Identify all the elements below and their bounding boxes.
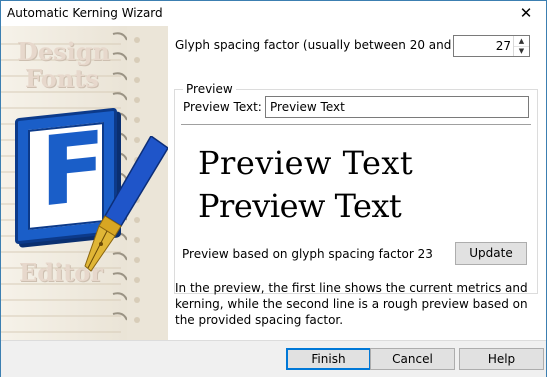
kerning-wizard-window: Automatic Kerning Wizard ✕ Design Fonts … xyxy=(0,0,547,377)
window-title: Automatic Kerning Wizard xyxy=(7,6,163,20)
logo-word-fonts: Fonts xyxy=(25,64,99,93)
preview-separator xyxy=(181,124,531,125)
close-icon[interactable]: ✕ xyxy=(506,1,546,26)
cancel-button[interactable]: Cancel xyxy=(370,348,455,370)
spacing-factor-value[interactable]: 27 xyxy=(496,39,511,53)
spacing-factor-spinner[interactable]: 27 ▲ ▼ xyxy=(453,35,530,57)
dialog-footer: Finish Cancel Help xyxy=(1,340,546,377)
cancel-label: Cancel xyxy=(392,352,433,366)
logo-word-design: Design xyxy=(17,37,110,66)
preview-group-label: Preview xyxy=(183,82,236,96)
finish-label: Finish xyxy=(311,352,346,366)
spinner-arrows: ▲ ▼ xyxy=(513,36,529,56)
wizard-content: Design Fonts Editor F Glyph spacing fact… xyxy=(1,26,546,340)
preview-line-rough: Preview Text xyxy=(198,187,402,225)
preview-text-input[interactable]: Preview Text xyxy=(265,96,529,118)
sidebar-artwork: Design Fonts Editor F xyxy=(1,26,168,340)
info-text: In the preview, the first line shows the… xyxy=(175,281,528,327)
finish-button[interactable]: Finish xyxy=(286,348,371,370)
update-button[interactable]: Update xyxy=(455,242,527,265)
title-bar: Automatic Kerning Wizard ✕ xyxy=(1,1,546,26)
help-label: Help xyxy=(487,352,516,366)
help-button[interactable]: Help xyxy=(459,348,544,370)
preview-line-current: Preview Text xyxy=(198,144,414,182)
fountain-pen-icon xyxy=(84,136,168,272)
spacing-factor-label: Glyph spacing factor (usually between 20… xyxy=(175,38,476,52)
preview-text-label: Preview Text: xyxy=(183,100,262,114)
preview-text-value: Preview Text xyxy=(270,100,345,114)
spin-down-icon[interactable]: ▼ xyxy=(514,46,529,56)
preview-status: Preview based on glyph spacing factor 23 xyxy=(182,247,433,261)
